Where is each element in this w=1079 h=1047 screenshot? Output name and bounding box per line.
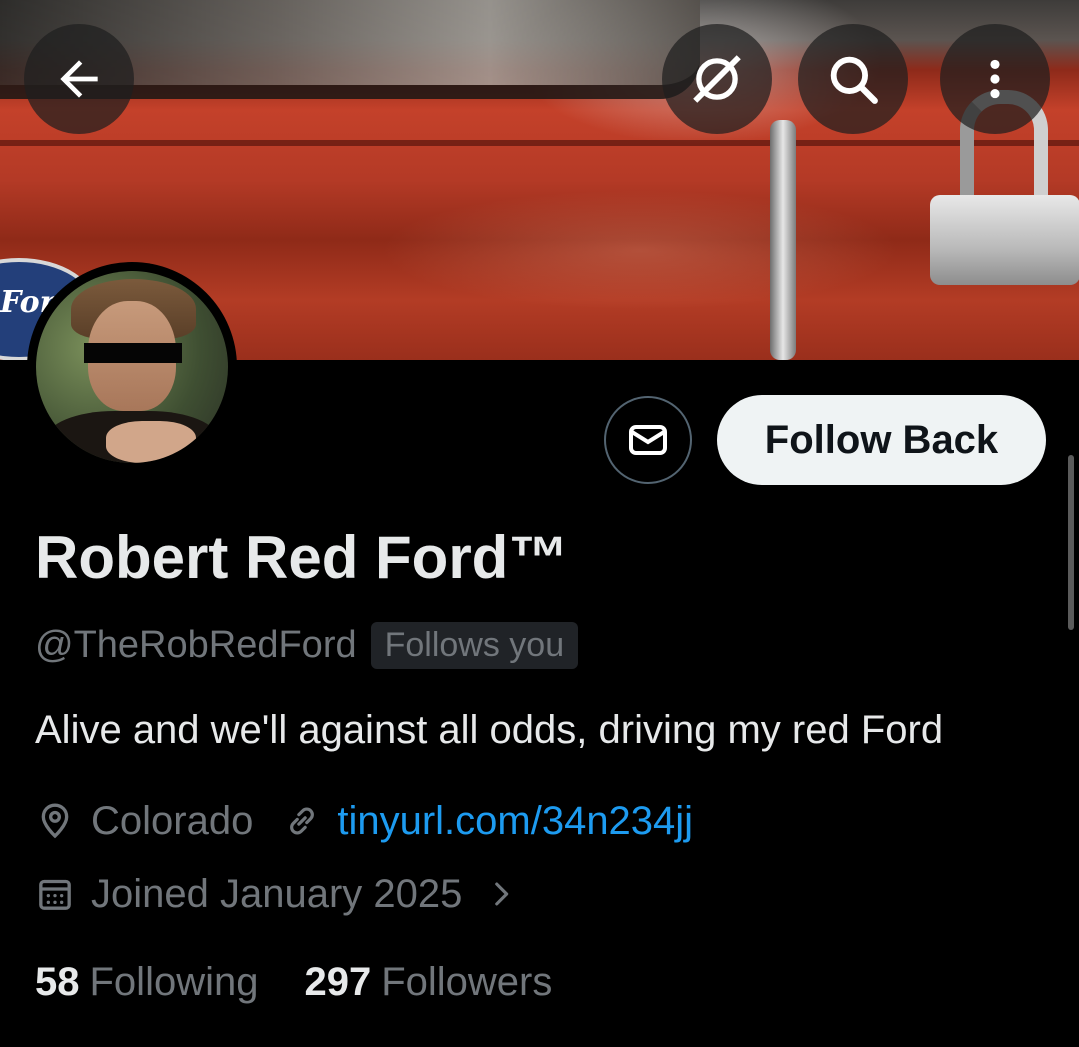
- bio-text: Alive and we'll against all odds, drivin…: [35, 708, 944, 752]
- banner-door-line: [0, 140, 1079, 146]
- avatar-photo: [36, 271, 228, 463]
- following-label: Following: [89, 960, 259, 1004]
- ford-logo-text: Ford: [0, 285, 77, 320]
- handle-row: @TheRobRedFord Follows you: [35, 620, 579, 670]
- calendar-icon: [35, 874, 75, 914]
- avatar-hand: [106, 421, 196, 463]
- follows-you-badge: Follows you: [370, 621, 579, 669]
- location-pin-icon: [35, 801, 75, 841]
- follow-back-button[interactable]: Follow Back: [717, 395, 1046, 485]
- scrollbar[interactable]: [1068, 455, 1074, 630]
- following-stat[interactable]: 58 Following: [35, 960, 258, 1005]
- meta-location-website-row: Colorado tinyurl.com/34n234jj: [35, 793, 693, 849]
- mail-icon: [629, 425, 667, 455]
- banner-mirror-arm: [770, 120, 796, 360]
- user-handle: @TheRobRedFord: [35, 623, 357, 666]
- link-icon: [283, 802, 321, 840]
- follow-stats: 58 Following 297 Followers: [35, 960, 552, 1005]
- search-button[interactable]: [798, 24, 908, 134]
- followers-stat[interactable]: 297 Followers: [304, 960, 552, 1005]
- avatar-pixel-sunglasses: [84, 343, 182, 363]
- profile-avatar[interactable]: [27, 262, 237, 472]
- more-options-button[interactable]: [940, 24, 1050, 134]
- website-link[interactable]: tinyurl.com/34n234jj: [337, 799, 693, 844]
- message-button[interactable]: [604, 396, 692, 484]
- search-icon: [830, 56, 878, 104]
- more-vertical-icon: [990, 59, 1000, 99]
- display-name: Robert Red Ford™: [35, 524, 569, 591]
- followers-label: Followers: [381, 960, 553, 1004]
- arrow-left-icon: [60, 60, 98, 98]
- followers-count: 297: [304, 960, 372, 1004]
- grok-icon: [693, 55, 741, 103]
- joined-row[interactable]: Joined January 2025: [35, 866, 518, 922]
- back-button[interactable]: [24, 24, 134, 134]
- grok-button[interactable]: [662, 24, 772, 134]
- banner-reflection: [380, 190, 900, 310]
- joined-date: Joined January 2025: [91, 871, 463, 916]
- chevron-right-icon: [484, 877, 518, 911]
- following-count: 58: [35, 960, 80, 1004]
- banner-padlock: [930, 195, 1079, 285]
- location-text: Colorado: [91, 798, 254, 843]
